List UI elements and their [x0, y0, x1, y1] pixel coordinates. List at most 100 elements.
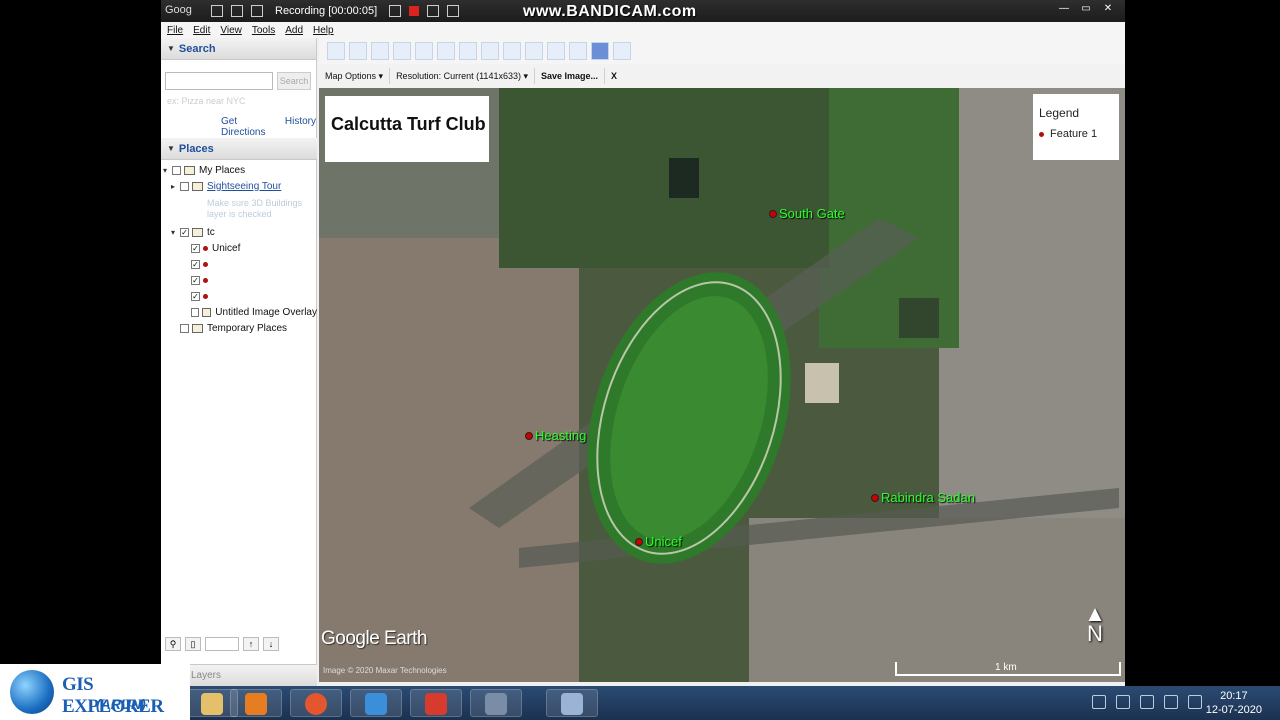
record-tour-icon[interactable] — [437, 42, 455, 60]
tray-network-icon[interactable] — [1140, 695, 1154, 709]
taskbar-google-earth[interactable] — [470, 689, 522, 717]
checkbox[interactable]: ✓ — [191, 291, 200, 301]
save-image-button[interactable]: Save Image... — [535, 68, 606, 84]
checkbox[interactable] — [191, 307, 199, 317]
tree-row-temporary[interactable]: Temporary Places — [161, 320, 317, 336]
taskbar-app[interactable] — [546, 689, 598, 717]
save-image-icon[interactable] — [591, 42, 609, 60]
checkbox[interactable] — [180, 323, 189, 333]
google-earth-logo: Google Earth — [321, 628, 427, 649]
tree-row-placemark[interactable]: ✓ — [161, 272, 317, 288]
sun-icon[interactable] — [481, 42, 499, 60]
history-link[interactable]: History — [285, 116, 316, 138]
filter-input[interactable] — [205, 637, 239, 651]
checkbox[interactable] — [172, 165, 181, 175]
tree-row-sightseeing[interactable]: ▸ Sightseeing Tour — [161, 178, 317, 194]
menu-help[interactable]: Help — [313, 25, 334, 36]
panel-icon[interactable]: ▯ — [185, 637, 201, 651]
placemark-icon — [203, 261, 208, 267]
search-icon[interactable]: ⚲ — [165, 637, 181, 651]
expand-icon[interactable]: ▸ — [171, 182, 180, 191]
placemark-icon — [203, 293, 208, 299]
tray-arrow-icon[interactable] — [1092, 695, 1106, 709]
north-arrow: ▲ N — [1083, 603, 1107, 645]
email-icon[interactable] — [547, 42, 565, 60]
sightseeing-note: Make sure 3D Buildings layer is checked — [207, 198, 303, 219]
pause-icon[interactable] — [389, 5, 402, 17]
ruler-icon[interactable] — [525, 42, 543, 60]
collapse-icon[interactable]: ▾ — [163, 166, 172, 175]
pencil-icon[interactable] — [447, 5, 460, 17]
tree-row-folder[interactable]: ▾ ✓ tc — [161, 224, 317, 240]
tree-row-my-places[interactable]: ▾ My Places — [161, 162, 317, 178]
search-header[interactable]: ▼ Search — [161, 38, 316, 60]
polygon-icon[interactable] — [371, 42, 389, 60]
sidebar-toggle-icon[interactable] — [327, 42, 345, 60]
region-icon[interactable] — [251, 5, 263, 17]
clock[interactable]: 20:17 12-07-2020 — [1206, 689, 1262, 717]
legend-item-label: Feature 1 — [1050, 128, 1098, 140]
planets-icon[interactable] — [503, 42, 521, 60]
checkbox[interactable]: ✓ — [191, 243, 200, 253]
tree-note: Make sure 3D Buildings layer is checked — [161, 194, 317, 224]
legend-item: Feature 1 — [1039, 128, 1119, 140]
tree-label: Unicef — [212, 242, 241, 254]
legend-title: Legend — [1039, 106, 1080, 120]
menu-view[interactable]: View — [220, 25, 242, 36]
menu-edit[interactable]: Edit — [193, 25, 210, 36]
placemark-heasting[interactable]: Heasting — [525, 428, 586, 443]
checkbox[interactable]: ✓ — [191, 259, 200, 269]
menu-file[interactable]: File — [167, 25, 183, 36]
minimize-button[interactable]: — — [1055, 2, 1073, 16]
window-icon[interactable] — [211, 5, 223, 17]
map-options-dropdown[interactable]: Map Options ▾ — [319, 68, 391, 84]
move-down-icon[interactable]: ↓ — [263, 637, 279, 651]
tree-row-placemark[interactable]: ✓ — [161, 288, 317, 304]
tray-flag-icon[interactable] — [1164, 695, 1178, 709]
move-up-icon[interactable]: ↑ — [243, 637, 259, 651]
sidebar-bottom-bar: ⚲ ▯ ↑ ↓ — [165, 634, 313, 654]
taskbar-search-app[interactable] — [350, 689, 402, 717]
places-header[interactable]: ▼ Places — [161, 138, 317, 160]
folder-icon — [192, 181, 203, 191]
menu-add[interactable]: Add — [285, 25, 303, 36]
resolution-dropdown[interactable]: Resolution: Current (1141x633) ▾ — [390, 68, 535, 84]
scale-label: 1 km — [995, 662, 1017, 673]
checkbox[interactable]: ✓ — [191, 275, 200, 285]
taskbar-media-player[interactable] — [230, 689, 282, 717]
placemark-icon — [1039, 131, 1044, 137]
checkbox[interactable] — [180, 181, 189, 191]
tree-row-overlay[interactable]: Untitled Image Overlay — [161, 304, 317, 320]
menu-tools[interactable]: Tools — [252, 25, 275, 36]
search-button[interactable]: Search — [277, 72, 311, 90]
placemark-icon[interactable] — [349, 42, 367, 60]
print-icon[interactable] — [569, 42, 587, 60]
maps-icon[interactable] — [613, 42, 631, 60]
image-overlay-icon[interactable] — [415, 42, 433, 60]
fullscreen-icon[interactable] — [231, 5, 243, 17]
get-directions-link[interactable]: Get Directions — [221, 116, 277, 138]
close-button[interactable]: ✕ — [1099, 2, 1117, 16]
camera-icon[interactable] — [427, 5, 440, 17]
placemark-rabindra-sadan[interactable]: Rabindra Sadan — [871, 490, 975, 505]
google-earth-window: Goog Recording [00:00:05] www.BANDICAM.c… — [161, 0, 1125, 686]
tree-label: Sightseeing Tour — [207, 180, 282, 192]
checkbox[interactable]: ✓ — [180, 227, 189, 237]
collapse-icon[interactable]: ▾ — [171, 228, 180, 237]
search-input[interactable] — [165, 72, 273, 90]
close-options-button[interactable]: X — [605, 68, 623, 84]
taskbar-firefox[interactable] — [290, 689, 342, 717]
tray-monitor-icon[interactable] — [1116, 695, 1130, 709]
historical-imagery-icon[interactable] — [459, 42, 477, 60]
taskbar-bandicam[interactable] — [410, 689, 462, 717]
window-controls: — ▭ ✕ — [1055, 2, 1117, 16]
map-view[interactable]: Calcutta Turf Club Legend Feature 1 Sout… — [319, 88, 1125, 682]
tree-row-placemark[interactable]: ✓ — [161, 256, 317, 272]
placemark-south-gate[interactable]: South Gate — [769, 206, 845, 221]
maximize-button[interactable]: ▭ — [1077, 2, 1095, 16]
volume-icon[interactable] — [1188, 695, 1202, 709]
placemark-unicef[interactable]: Unicef — [635, 534, 682, 549]
stop-icon[interactable] — [409, 6, 420, 16]
path-icon[interactable] — [393, 42, 411, 60]
tree-row-placemark[interactable]: ✓ Unicef — [161, 240, 317, 256]
